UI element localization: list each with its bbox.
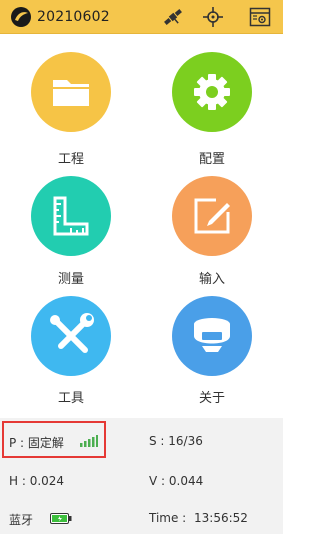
config-circle: [172, 52, 252, 132]
about-circle: [172, 296, 252, 376]
folder-icon: [53, 80, 89, 106]
app-window: 20210602 工程 配置 测量 输入 工具 关于 P: 固定解 S: 1…: [0, 0, 283, 534]
tools-circle: [31, 296, 111, 376]
menu-item-label: 工具: [57, 391, 84, 406]
header-bar: 20210602: [0, 0, 283, 34]
edit-icon: [194, 198, 230, 234]
menu-item-measure[interactable]: 测量: [11, 176, 131, 316]
position-status-label: P : 固定解: [9, 436, 64, 450]
signal-icon: [80, 435, 98, 447]
menu-item-label: 关于: [198, 391, 225, 406]
menu-item-label: 测量: [57, 272, 84, 287]
horizontal-precision-label: H : 0.024: [9, 474, 65, 488]
menu-item-about[interactable]: 关于: [152, 296, 272, 436]
crosshair-icon[interactable]: [201, 5, 225, 29]
satellite-count-label: S : 16/36: [149, 434, 203, 448]
menu-item-label: 工程: [57, 152, 84, 167]
tools-icon: [50, 313, 94, 353]
vertical-precision-label: V : 0.044: [149, 474, 204, 488]
menu-item-label: 配置: [198, 152, 225, 167]
settings-window-icon[interactable]: [248, 5, 272, 29]
app-title: 20210602: [37, 9, 110, 25]
menu-item-input[interactable]: 输入: [152, 176, 272, 316]
menu-item-project[interactable]: 工程: [11, 52, 131, 192]
satellite-icon[interactable]: [161, 5, 185, 29]
project-circle: [31, 52, 111, 132]
menu-item-tools[interactable]: 工具: [11, 296, 131, 436]
logo-icon: [11, 7, 31, 27]
menu-item-config[interactable]: 配置: [152, 52, 272, 192]
measure-circle: [31, 176, 111, 256]
receiver-icon: [194, 318, 230, 352]
menu-item-label: 输入: [198, 272, 225, 287]
gear-icon: [194, 74, 230, 110]
time-value: 13:56:52: [194, 511, 248, 525]
bluetooth-label: 蓝牙: [9, 513, 34, 527]
battery-icon: [50, 513, 72, 524]
ruler-icon: [53, 196, 89, 236]
time-label: Time :: [149, 511, 187, 525]
input-circle: [172, 176, 252, 256]
